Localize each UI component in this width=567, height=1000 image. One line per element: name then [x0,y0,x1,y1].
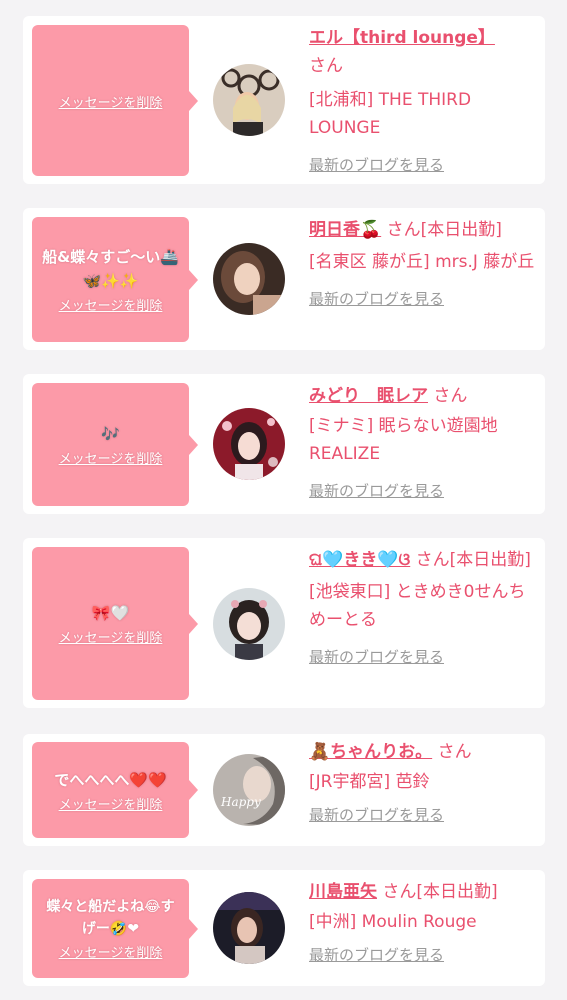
avatar[interactable]: Happy [213,754,285,826]
sender-suffix: さん[本日出勤] [386,220,502,240]
sender-name-link[interactable]: エル【third lounge】 [309,28,495,48]
message-text: でへへへへ❤️❤️ [54,770,167,789]
sender-suffix: さん [437,742,472,762]
message-card: 🎀🤍 メッセージを削除 ଘ🩵きき🩵ଓ さん[本日出勤] [池袋東口] ときめき0… [23,538,545,708]
area-shop: [池袋東口] ときめき0せんちめーとる [309,582,526,630]
sender-info: 川島亜矢 さん[本日出勤] [中洲] Moulin Rouge 最新のブログを見… [309,878,541,965]
sender-info: 明日香🍒 さん[本日出勤] [名東区 藤が丘] mrs.J 藤が丘 最新のブログ… [309,216,541,309]
avatar[interactable] [213,408,285,480]
sender-suffix: さん[本日出勤] [415,550,531,570]
latest-blog-link[interactable]: 最新のブログを見る [309,480,541,501]
delete-message-link[interactable]: メッセージを削除 [59,295,163,314]
delete-message-link[interactable]: メッセージを削除 [59,627,163,646]
sender-name-link[interactable]: 川島亜矢 [309,882,377,902]
sender-suffix: さん[本日出勤] [382,882,498,902]
sender-suffix: さん [433,386,468,406]
message-bubble: でへへへへ❤️❤️ メッセージを削除 [32,742,198,838]
message-text: 船&蝶々すご〜い🚢🦋✨✨ [42,248,179,290]
avatar[interactable] [213,243,285,315]
message-bubble: メッセージを削除 [32,25,198,176]
delete-message-link[interactable]: メッセージを削除 [59,92,163,111]
avatar[interactable] [213,892,285,964]
message-bubble: 🎶 メッセージを削除 [32,383,198,506]
latest-blog-link[interactable]: 最新のブログを見る [309,646,541,667]
message-card: メッセージを削除 エル【third lounge】 さん [北浦和] THE T… [23,16,545,184]
message-text: 🎶 [101,425,120,443]
latest-blog-link[interactable]: 最新のブログを見る [309,154,541,175]
area-shop: [中洲] Moulin Rouge [309,912,477,932]
latest-blog-link[interactable]: 最新のブログを見る [309,944,541,965]
sender-info: ଘ🩵きき🩵ଓ さん[本日出勤] [池袋東口] ときめき0せんちめーとる 最新のブ… [309,546,541,667]
message-card: 蝶々と船だよね😂すげー🤣❤ メッセージを削除 川島亜矢 さん[本日出勤] [中洲… [23,870,545,986]
sender-name-link[interactable]: みどり 眠レア [309,386,428,406]
message-bubble: 蝶々と船だよね😂すげー🤣❤ メッセージを削除 [32,879,198,978]
message-card: 🎶 メッセージを削除 みどり 眠レア さん [ミナミ] 眠らない遊園地REALI… [23,374,545,514]
sender-info: エル【third lounge】 さん [北浦和] THE THIRD LOUN… [309,24,541,175]
message-bubble: 船&蝶々すご〜い🚢🦋✨✨ メッセージを削除 [32,217,198,342]
sender-name-link[interactable]: 明日香🍒 [309,220,381,240]
svg-text:Happy: Happy [220,795,261,809]
sender-name-link[interactable]: ଘ🩵きき🩵ଓ [309,550,410,570]
avatar[interactable] [213,588,285,660]
area-shop: [北浦和] THE THIRD LOUNGE [309,90,472,138]
sender-info: みどり 眠レア さん [ミナミ] 眠らない遊園地REALIZE 最新のブログを見… [309,382,541,501]
sender-suffix: さん [309,56,343,76]
sender-name-link[interactable]: 🧸ちゃんりお。 [309,742,432,762]
message-text: 🎀🤍 [91,604,130,622]
message-card: でへへへへ❤️❤️ メッセージを削除 Happy 🧸ちゃんりお。 さん [JR宇… [23,734,545,846]
delete-message-link[interactable]: メッセージを削除 [59,794,163,813]
message-card: 船&蝶々すご〜い🚢🦋✨✨ メッセージを削除 明日香🍒 さん[本日出勤] [名東区… [23,208,545,350]
message-bubble: 🎀🤍 メッセージを削除 [32,547,198,700]
area-shop: [JR宇都宮] 芭鈴 [309,772,430,792]
sender-info: 🧸ちゃんりお。 さん [JR宇都宮] 芭鈴 最新のブログを見る [309,738,541,825]
message-text: 蝶々と船だよね😂すげー🤣❤ [46,899,175,937]
delete-message-link[interactable]: メッセージを削除 [59,942,163,961]
latest-blog-link[interactable]: 最新のブログを見る [309,288,541,309]
delete-message-link[interactable]: メッセージを削除 [59,448,163,467]
area-shop: [名東区 藤が丘] mrs.J 藤が丘 [309,252,535,272]
avatar[interactable] [213,64,285,136]
area-shop: [ミナミ] 眠らない遊園地REALIZE [309,416,498,464]
latest-blog-link[interactable]: 最新のブログを見る [309,804,541,825]
